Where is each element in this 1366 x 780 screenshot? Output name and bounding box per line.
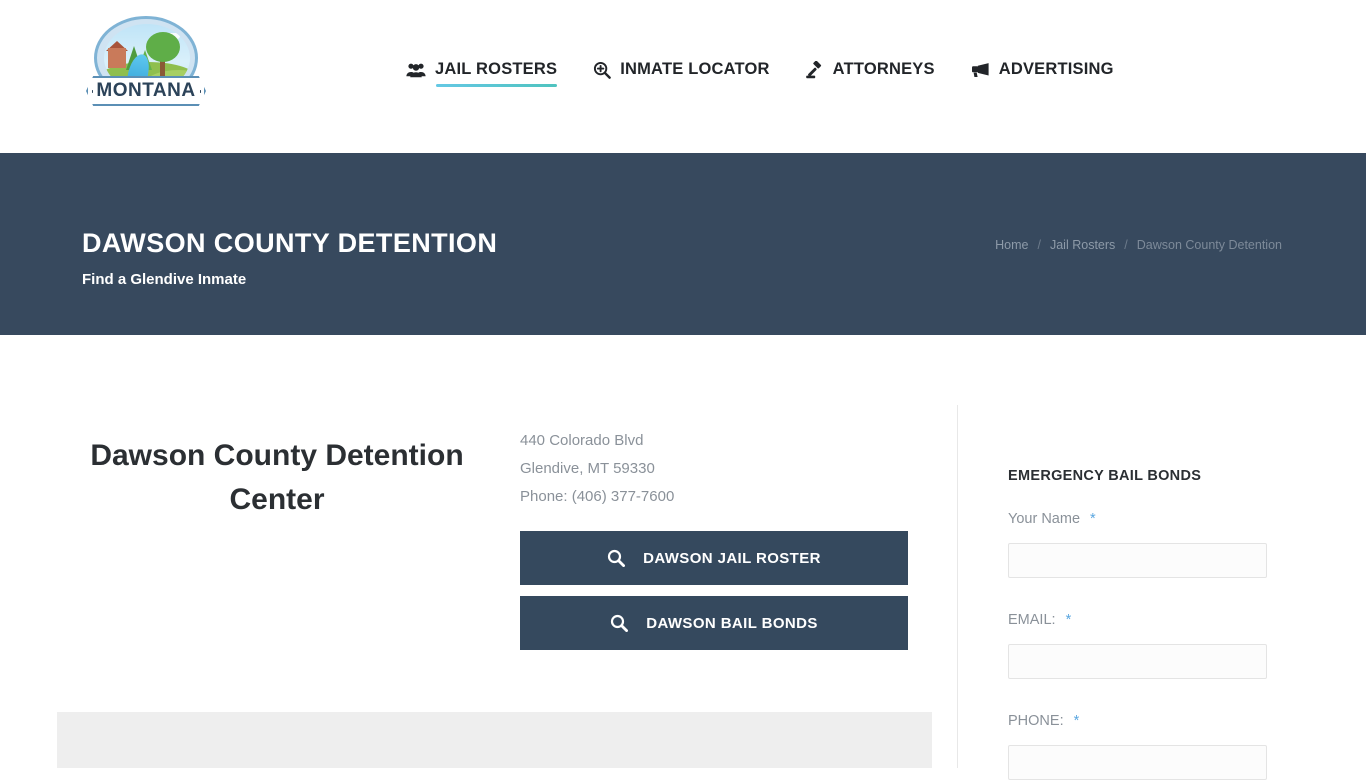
breadcrumb-item-home[interactable]: Home xyxy=(995,238,1028,252)
nav-item-inmate-locator[interactable]: INMATE LOCATOR xyxy=(593,60,769,89)
breadcrumb-item-jail-rosters[interactable]: Jail Rosters xyxy=(1050,238,1115,252)
nav-label-attorneys: ATTORNEYS xyxy=(833,60,935,79)
nav-item-advertising[interactable]: ADVERTISING xyxy=(971,60,1114,89)
search-plus-icon xyxy=(593,61,611,79)
site-header: MONTANA JAIL ROSTERS xyxy=(0,0,1366,153)
main-navigation: JAIL ROSTERS INMATE LOCATOR xyxy=(406,60,1114,89)
email-label-text: EMAIL: xyxy=(1008,612,1056,628)
address-phone: Phone: (406) 377-7600 xyxy=(520,483,674,511)
logo-plate-text: MONTANA xyxy=(96,80,195,102)
logo-nameplate: MONTANA xyxy=(86,76,206,106)
montana-logo[interactable]: MONTANA xyxy=(86,16,206,120)
nav-active-underline xyxy=(436,84,557,87)
breadcrumb-separator: / xyxy=(1038,238,1041,252)
your-name-label: Your Name * xyxy=(1008,511,1096,527)
nav-item-attorneys[interactable]: ATTORNEYS xyxy=(806,60,935,89)
phone-label-text: PHONE: xyxy=(1008,713,1064,729)
address-locality: Glendive, MT 59330 xyxy=(520,455,674,483)
dawson-jail-roster-label: DAWSON JAIL ROSTER xyxy=(643,550,821,567)
nav-label-advertising: ADVERTISING xyxy=(999,60,1114,79)
your-name-label-text: Your Name xyxy=(1008,511,1080,527)
email-input[interactable] xyxy=(1008,644,1267,679)
breadcrumb-item-current: Dawson County Detention xyxy=(1137,238,1282,252)
dawson-jail-roster-button[interactable]: DAWSON JAIL ROSTER xyxy=(520,531,908,585)
page-subtitle: Find a Glendive Inmate xyxy=(82,271,246,288)
page-title: DAWSON COUNTY DETENTION xyxy=(82,228,497,259)
gavel-icon xyxy=(806,61,824,79)
nav-label-jail-rosters: JAIL ROSTERS xyxy=(435,60,557,79)
phone-input[interactable] xyxy=(1008,745,1267,780)
required-marker: * xyxy=(1090,511,1096,527)
dawson-bail-bonds-button[interactable]: DAWSON BAIL BONDS xyxy=(520,596,908,650)
dawson-bail-bonds-label: DAWSON BAIL BONDS xyxy=(646,615,818,632)
required-marker: * xyxy=(1074,713,1080,729)
search-icon xyxy=(607,549,625,567)
email-label: EMAIL: * xyxy=(1008,612,1071,628)
address-street: 440 Colorado Blvd xyxy=(520,427,674,455)
nav-label-inmate-locator: INMATE LOCATOR xyxy=(620,60,769,79)
bullhorn-icon xyxy=(971,62,990,78)
sidebar-divider xyxy=(957,405,958,768)
breadcrumb-separator: / xyxy=(1124,238,1127,252)
sidebar-heading: EMERGENCY BAIL BONDS xyxy=(1008,468,1201,484)
facility-name: Dawson County Detention Center xyxy=(57,434,497,522)
content-placeholder-panel xyxy=(57,712,932,768)
facility-address: 440 Colorado Blvd Glendive, MT 59330 Pho… xyxy=(520,427,674,511)
your-name-input[interactable] xyxy=(1008,543,1267,578)
search-icon xyxy=(610,614,628,632)
nav-item-jail-rosters[interactable]: JAIL ROSTERS xyxy=(406,60,557,89)
phone-label: PHONE: * xyxy=(1008,713,1079,729)
users-icon xyxy=(406,62,426,78)
breadcrumb: Home / Jail Rosters / Dawson County Dete… xyxy=(995,238,1282,252)
required-marker: * xyxy=(1066,612,1072,628)
